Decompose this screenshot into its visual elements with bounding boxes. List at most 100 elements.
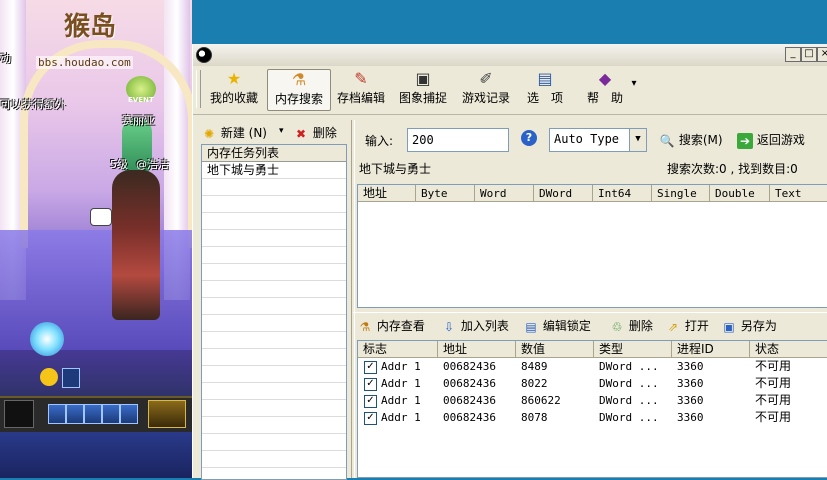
new-task-dropdown-button[interactable]: ▾ — [279, 126, 284, 136]
npc-name: 赛丽亚 — [122, 114, 155, 127]
skill-slot-icon[interactable] — [120, 404, 138, 424]
inventory-slot-icon[interactable] — [4, 400, 34, 428]
new-task-button[interactable]: ✺ 新建 (N) — [201, 124, 267, 142]
cell-status: 不可用 — [755, 359, 792, 373]
cell-address: 00682436 — [443, 394, 496, 407]
cell-address: 00682436 — [443, 411, 496, 424]
cell-value[interactable]: 8022 — [516, 375, 594, 392]
chat-bubble-icon — [90, 208, 112, 226]
panel-splitter[interactable] — [351, 120, 355, 478]
type-select[interactable]: Auto Type ▼ — [549, 128, 647, 152]
column-header[interactable]: 标志 — [358, 341, 438, 358]
column-header[interactable]: 进程ID — [672, 341, 750, 358]
toolbar-label: 存档编辑 — [336, 91, 385, 105]
toolbar-save-edit[interactable]: ✎ 存档编辑 — [333, 69, 389, 109]
cell-value[interactable]: 8489 — [516, 358, 594, 375]
toolbar-screen-capture[interactable]: ▣ 图象捕捉 — [395, 69, 451, 109]
cell-pid: 3360 — [677, 360, 704, 373]
search-status: 搜索次数:0 , 找到数目:0 — [667, 162, 798, 176]
toolbar-game-record[interactable]: ✐ 游戏记录 — [457, 69, 515, 109]
close-button[interactable]: × — [817, 47, 827, 62]
magnifier-icon: 🔍 — [659, 133, 675, 148]
toolbar-label: 选 项 — [526, 91, 563, 105]
toolbar-overflow-button[interactable]: ▾ — [629, 78, 639, 118]
memory-view-icon: ⚗ — [359, 319, 371, 334]
character-icon[interactable] — [62, 368, 80, 388]
column-header[interactable]: Single — [652, 185, 710, 202]
skill-slot-icon[interactable] — [84, 404, 102, 424]
arrow-right-icon: ➔ — [737, 132, 753, 149]
edit-lock-button[interactable]: ▤ 编辑锁定 — [523, 316, 591, 336]
save-as-button[interactable]: ▣ 另存为 — [721, 316, 777, 336]
emoji-icon[interactable] — [40, 368, 58, 386]
cell-pid: 3360 — [677, 394, 704, 407]
toolbar-label: 我的收藏 — [209, 91, 258, 105]
column-header[interactable]: 数值 — [516, 341, 594, 358]
delete-icon: ♲ — [611, 319, 623, 334]
toolbar-favorites[interactable]: ★ 我的收藏 — [205, 69, 263, 109]
delete-task-button[interactable]: ✖ 删除 — [293, 124, 337, 142]
column-header[interactable]: DWord — [534, 185, 593, 202]
delete-icon: ✖ — [295, 126, 307, 141]
task-list[interactable]: 内存任务列表 地下城与勇士 — [201, 144, 347, 480]
memory-search-icon: ⚗ — [291, 70, 307, 89]
maximize-button[interactable]: □ — [801, 47, 817, 62]
return-game-button[interactable]: ➔ 返回游戏 — [737, 130, 805, 150]
search-results-table[interactable]: 地址 Byte Word DWord Int64 Single Double T… — [357, 184, 827, 308]
column-header[interactable]: 状态 — [750, 341, 827, 358]
add-list-button[interactable]: ⇩ 加入列表 — [441, 316, 509, 336]
help-icon[interactable]: ? — [521, 130, 537, 146]
skill-slot-icon[interactable] — [148, 400, 186, 428]
column-header[interactable]: 地址 — [438, 341, 516, 358]
title-bar[interactable]: _ □ × — [193, 44, 827, 67]
task-list-item[interactable]: 地下城与勇士 — [202, 162, 346, 178]
type-select-value: Auto Type — [554, 132, 620, 146]
column-header[interactable]: 地址 — [358, 185, 416, 202]
cell-flag: Addr 1 — [381, 394, 421, 407]
column-header[interactable]: Word — [475, 185, 534, 202]
event-label: EVENT — [128, 96, 154, 104]
palace-floor — [0, 230, 192, 350]
memory-view-button[interactable]: ⚗ 内存查看 — [357, 316, 425, 336]
help-book-icon: ◆ — [598, 69, 612, 88]
cell-value[interactable]: 860622 — [516, 392, 594, 409]
forum-url: bbs.houdao.com — [36, 56, 133, 69]
input-label: 输入: — [365, 134, 394, 148]
cell-value[interactable]: 8078 — [516, 409, 594, 426]
column-header[interactable]: Byte — [416, 185, 475, 202]
lightbulb-icon: ✺ — [203, 126, 215, 141]
column-header[interactable]: Double — [710, 185, 770, 202]
cell-address: 00682436 — [443, 377, 496, 390]
skill-slot-icon[interactable] — [48, 404, 66, 424]
search-value-input[interactable] — [407, 128, 509, 152]
toolbar-memory-search[interactable]: ⚗ 内存搜索 — [267, 69, 331, 111]
column-header[interactable]: Int64 — [593, 185, 652, 202]
magic-orb-icon — [30, 322, 64, 356]
game-text: 动 — [0, 52, 11, 65]
toolbar-label: 内存搜索 — [274, 92, 323, 106]
delete-locked-button[interactable]: ♲ 删除 — [609, 316, 653, 336]
options-icon: ▤ — [537, 69, 553, 88]
return-game-label: 返回游戏 — [756, 133, 805, 147]
minimize-button[interactable]: _ — [785, 47, 801, 62]
folder-open-icon: ⇗ — [667, 319, 679, 334]
column-header[interactable]: Text — [770, 185, 827, 202]
toolbar-options[interactable]: ▤ 选 项 — [523, 69, 567, 109]
search-button[interactable]: 🔍 搜索(M) — [659, 130, 723, 150]
toolbar-label: 图象捕捉 — [398, 91, 447, 105]
locked-address-table[interactable]: 标志 地址 数值 类型 进程ID 状态 ✓ Addr 1 00682436 84… — [357, 340, 827, 478]
skill-slot-icon[interactable] — [102, 404, 120, 424]
open-button[interactable]: ⇗ 打开 — [665, 316, 709, 336]
skill-slot-icon[interactable] — [66, 404, 84, 424]
floppy-disk-icon: ▣ — [723, 319, 735, 334]
chevron-down-icon[interactable]: ▼ — [629, 129, 646, 151]
cell-flag: Addr 1 — [381, 411, 421, 424]
cell-type: DWord ... — [599, 394, 659, 407]
column-header[interactable]: 类型 — [594, 341, 672, 358]
save-as-label: 另存为 — [740, 319, 777, 333]
toolbar-help[interactable]: ◆ 帮 助 — [583, 69, 627, 109]
toolbar-label: 游戏记录 — [461, 91, 510, 105]
toolbar-grip[interactable] — [196, 70, 201, 108]
yin-yang-app-icon[interactable] — [196, 47, 212, 63]
cell-pid: 3360 — [677, 377, 704, 390]
